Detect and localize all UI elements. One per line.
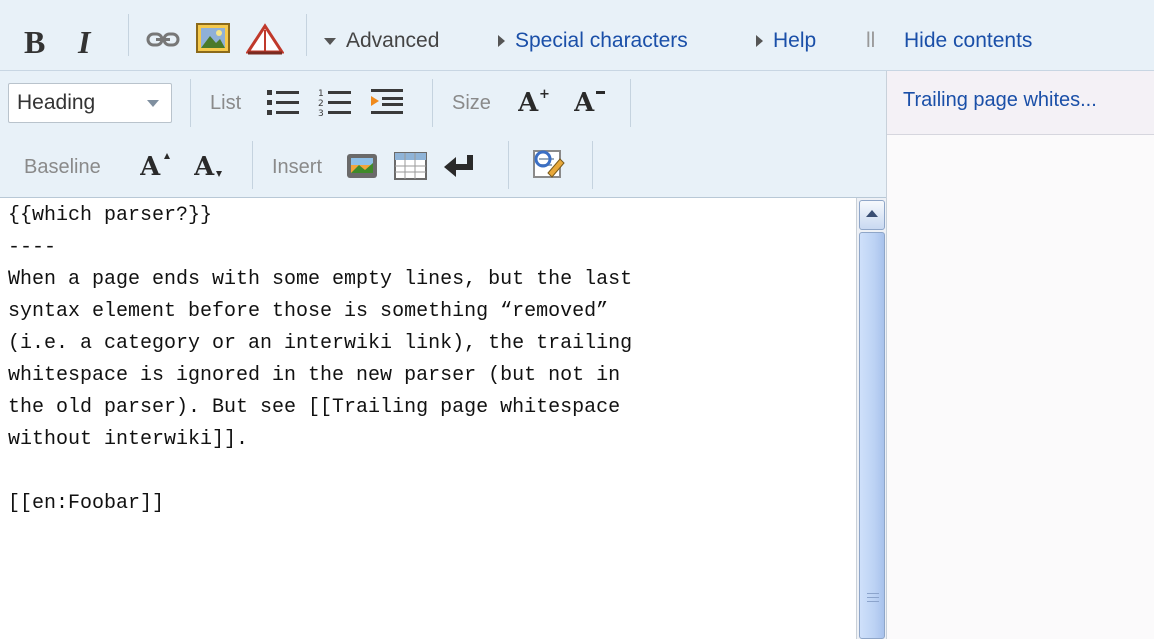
toolbar-divider	[128, 14, 129, 56]
svg-text:A: A	[140, 152, 161, 181]
bold-button[interactable]: B	[24, 24, 54, 60]
help-label: Help	[773, 29, 817, 52]
special-characters-toggle[interactable]: Special characters	[498, 28, 688, 54]
format-toolbar: Heading List 1 2 3 Size A + A Baseline A…	[0, 71, 886, 198]
svg-text:A: A	[574, 88, 595, 115]
toolbar-divider	[432, 79, 433, 127]
special-characters-label: Special characters	[515, 29, 688, 52]
superscript-icon[interactable]: A	[140, 149, 174, 181]
numbered-list-icon[interactable]: 1 2 3	[318, 87, 352, 117]
embedded-file-icon[interactable]	[196, 22, 232, 56]
italic-button[interactable]: I	[78, 24, 102, 60]
heading-dropdown-value: Heading	[17, 91, 96, 114]
grip-line	[867, 593, 879, 594]
advanced-toggle[interactable]: Advanced	[324, 28, 439, 54]
table-icon[interactable]	[394, 151, 428, 181]
toolbar-divider	[190, 79, 191, 127]
text-bigger-icon[interactable]: A +	[518, 85, 558, 115]
grip-line	[867, 601, 879, 602]
contents-list: Trailing page whites...	[887, 71, 1154, 135]
chevron-right-icon	[756, 35, 763, 47]
reference-icon[interactable]	[246, 22, 284, 56]
editor-scrollbar[interactable]	[856, 198, 886, 639]
newline-icon[interactable]	[442, 153, 476, 181]
contents-panel: Trailing page whites...	[886, 71, 1154, 639]
toolbar-divider	[306, 14, 307, 56]
toolbar-divider	[592, 141, 593, 189]
hide-contents-link[interactable]: Hide contents	[904, 28, 1032, 54]
search-replace-icon[interactable]	[530, 147, 566, 183]
bulleted-list-icon[interactable]	[266, 87, 300, 117]
scroll-thumb[interactable]	[859, 232, 885, 639]
panel-separator: ll	[866, 29, 876, 52]
svg-text:+: +	[539, 87, 550, 102]
indent-icon[interactable]	[370, 87, 404, 117]
size-label: Size	[452, 92, 491, 114]
list-label: List	[210, 92, 242, 114]
wikitext-editor[interactable]: {{which parser?}} ---- When a page ends …	[0, 198, 856, 639]
grip-line	[867, 597, 879, 598]
link-icon[interactable]	[146, 28, 180, 52]
help-toggle[interactable]: Help	[756, 28, 816, 54]
toolbar-divider	[508, 141, 509, 189]
heading-dropdown[interactable]: Heading	[8, 83, 172, 123]
baseline-label: Baseline	[24, 156, 101, 178]
insert-label: Insert	[272, 156, 323, 178]
chevron-down-icon	[324, 37, 336, 45]
chevron-right-icon	[498, 35, 505, 47]
svg-text:3: 3	[318, 109, 324, 117]
svg-text:A: A	[518, 88, 539, 115]
svg-text:2: 2	[318, 99, 324, 109]
scroll-up-button[interactable]	[859, 200, 885, 230]
main-toolbar: B I Advanced Special characters Help ll …	[0, 0, 1154, 71]
advanced-label: Advanced	[346, 29, 440, 52]
subscript-icon[interactable]: A	[194, 149, 228, 181]
toolbar-divider	[630, 79, 631, 127]
svg-text:A: A	[194, 152, 215, 181]
gallery-icon[interactable]	[346, 151, 380, 181]
contents-item[interactable]: Trailing page whites...	[903, 89, 1097, 112]
text-smaller-icon[interactable]: A	[574, 85, 614, 115]
chevron-down-icon	[147, 100, 159, 107]
toolbar-divider	[252, 141, 253, 189]
svg-text:1: 1	[318, 89, 324, 99]
